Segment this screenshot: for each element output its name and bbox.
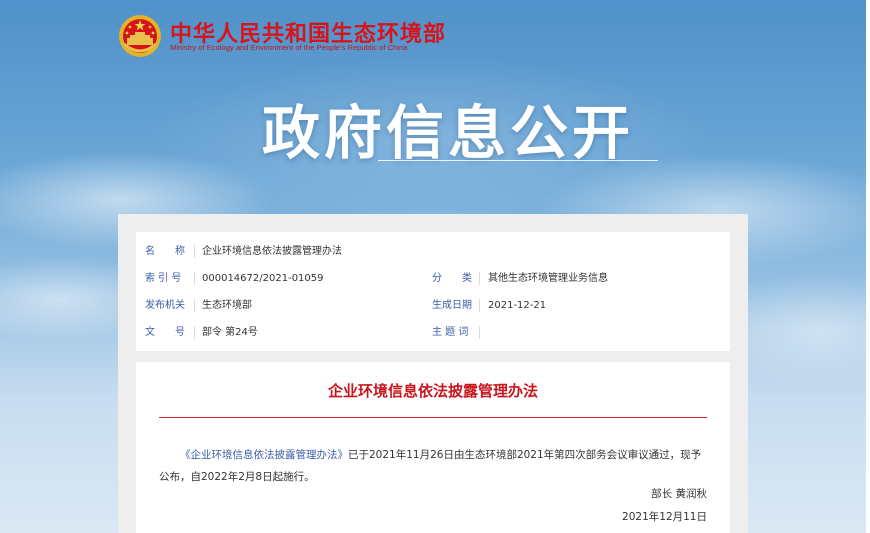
info-row-index: 索 引 号 000014672/2021-01059 分 类 其他生态环境管理业… bbox=[136, 265, 730, 292]
info-row-issuer: 发布机关 生态环境部 生成日期 2021-12-21 bbox=[136, 292, 730, 319]
article-body: 《企业环境信息依法披露管理办法》已于2021年11月26日由生态环境部2021年… bbox=[159, 444, 707, 488]
banner-underline bbox=[378, 160, 658, 161]
separator bbox=[194, 245, 195, 258]
article: 企业环境信息依法披露管理办法 《企业环境信息依法披露管理办法》已于2021年11… bbox=[136, 362, 730, 533]
separator bbox=[479, 299, 480, 312]
date-value: 2021-12-21 bbox=[488, 300, 547, 311]
index-value: 000014672/2021-01059 bbox=[202, 273, 324, 284]
separator bbox=[479, 326, 480, 339]
info-table: 名 称 企业环境信息依法披露管理办法 索 引 号 000014672/2021-… bbox=[136, 232, 730, 351]
index-label: 索 引 号 bbox=[145, 273, 182, 284]
separator bbox=[194, 326, 195, 339]
separator bbox=[194, 272, 195, 285]
docno-value: 部令 第24号 bbox=[202, 327, 258, 338]
banner-title: 政府信息公开 bbox=[262, 99, 635, 167]
date-label: 生成日期 bbox=[432, 300, 472, 311]
separator bbox=[479, 272, 480, 285]
docno-label: 文 号 bbox=[145, 327, 185, 338]
separator bbox=[194, 299, 195, 312]
name-value: 企业环境信息依法披露管理办法 bbox=[202, 246, 342, 257]
category-label: 分 类 bbox=[432, 273, 472, 284]
national-emblem-icon[interactable] bbox=[118, 14, 162, 58]
category-value: 其他生态环境管理业务信息 bbox=[488, 273, 608, 284]
info-row-docno: 文 号 部令 第24号 主 题 词 bbox=[136, 319, 730, 346]
signature: 部长 黄润秋 bbox=[651, 488, 707, 500]
document-link[interactable]: 《企业环境信息依法披露管理办法》 bbox=[180, 449, 348, 461]
info-row-name: 名 称 企业环境信息依法披露管理办法 bbox=[136, 238, 730, 265]
article-title: 企业环境信息依法披露管理办法 bbox=[327, 382, 538, 400]
ministry-name-en[interactable]: Ministry of Ecology and Environment of t… bbox=[170, 43, 407, 52]
title-divider bbox=[159, 417, 707, 418]
issuer-value: 生态环境部 bbox=[202, 300, 252, 311]
name-label: 名 称 bbox=[145, 246, 185, 257]
signing-date: 2021年12月11日 bbox=[622, 511, 707, 523]
subject-label: 主 题 词 bbox=[432, 327, 469, 338]
issuer-label: 发布机关 bbox=[145, 300, 185, 311]
